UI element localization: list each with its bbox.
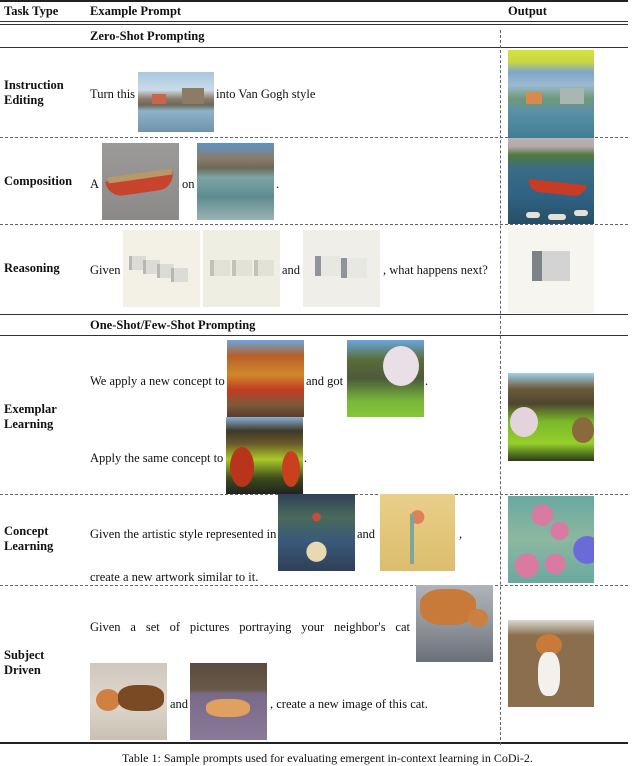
prompt-text: and got	[306, 374, 344, 388]
task-reasoning: Reasoning	[4, 261, 60, 275]
prompt-text: Given	[90, 263, 121, 277]
image-floral-yellow-pattern	[380, 494, 455, 571]
image-village-by-lake	[138, 72, 214, 132]
task-subject-driven: Subject Driven	[4, 648, 45, 677]
table-bottom-rule	[0, 742, 628, 744]
section-rule-one-shot-bottom	[0, 335, 628, 336]
prompt-text: A	[90, 177, 100, 191]
prompt-text: .	[425, 374, 429, 388]
prompt-text: and	[282, 263, 301, 277]
header-task-type: Task Type	[4, 4, 59, 18]
image-strawberry-thief-pattern	[278, 494, 355, 571]
image-cherry-blossom-hillside	[347, 340, 424, 417]
prompt-text: into Van Gogh style	[216, 87, 316, 101]
row-divider	[0, 585, 628, 586]
row-divider	[0, 224, 628, 225]
section-rule-zero-shot	[0, 47, 628, 48]
prompt-text: , create a new image of this cat.	[270, 697, 428, 711]
prompt-text: Turn this	[90, 87, 136, 101]
section-rule-one-shot-top	[0, 314, 628, 315]
prompt-text: .	[304, 451, 308, 465]
image-mountain-lake	[197, 143, 274, 220]
prompt-text: and	[170, 697, 189, 711]
header-output: Output	[508, 4, 547, 18]
prompt-text: create a new artwork similar to it.	[90, 570, 259, 584]
output-image-new-floral-artwork	[508, 496, 594, 583]
section-title-one-shot: One-Shot/Few-Shot Prompting	[90, 318, 256, 332]
prompt-text: .	[276, 177, 280, 191]
prompt-text: Apply the same concept to	[90, 451, 224, 465]
task-instruction-editing: Instruction Editing	[4, 78, 64, 107]
table-top-rule	[0, 0, 628, 2]
prompt-text: We apply a new concept to	[90, 374, 225, 388]
prompt-text: ,	[459, 527, 463, 541]
image-cat-lying-on-bed	[90, 663, 167, 740]
header-rule-2	[0, 24, 628, 25]
output-image-one-cube	[508, 227, 594, 313]
prompt-text: Given a set of pictures portraying your …	[90, 620, 410, 634]
image-cat-on-deck	[190, 663, 267, 740]
prompt-text: , what happens next?	[383, 263, 488, 277]
image-four-cubes	[123, 230, 200, 307]
output-image-rowboat-on-lake	[508, 138, 594, 224]
section-title-zero-shot: Zero-Shot Prompting	[90, 29, 205, 43]
output-image-van-gogh-village	[508, 50, 594, 138]
image-cat-on-blanket	[416, 585, 493, 662]
prompt-text: on	[182, 177, 195, 191]
header-example-prompt: Example Prompt	[90, 4, 182, 18]
image-autumn-forest-lake	[227, 340, 304, 417]
header-rule-1	[0, 21, 628, 22]
task-exemplar-learning: Exemplar Learning	[4, 402, 57, 431]
output-image-cat-sitting	[508, 620, 594, 707]
image-autumn-valley-fields	[226, 417, 303, 494]
task-concept-learning: Concept Learning	[4, 524, 54, 553]
image-three-cubes	[203, 230, 280, 307]
output-column-divider	[500, 30, 501, 745]
prompt-text: and	[357, 527, 376, 541]
image-red-rowboat	[102, 143, 179, 220]
task-composition: Composition	[4, 174, 73, 188]
image-two-cubes	[303, 230, 380, 307]
prompt-text: Given the artistic style represented in	[90, 527, 277, 541]
output-image-blossom-valley	[508, 373, 594, 461]
